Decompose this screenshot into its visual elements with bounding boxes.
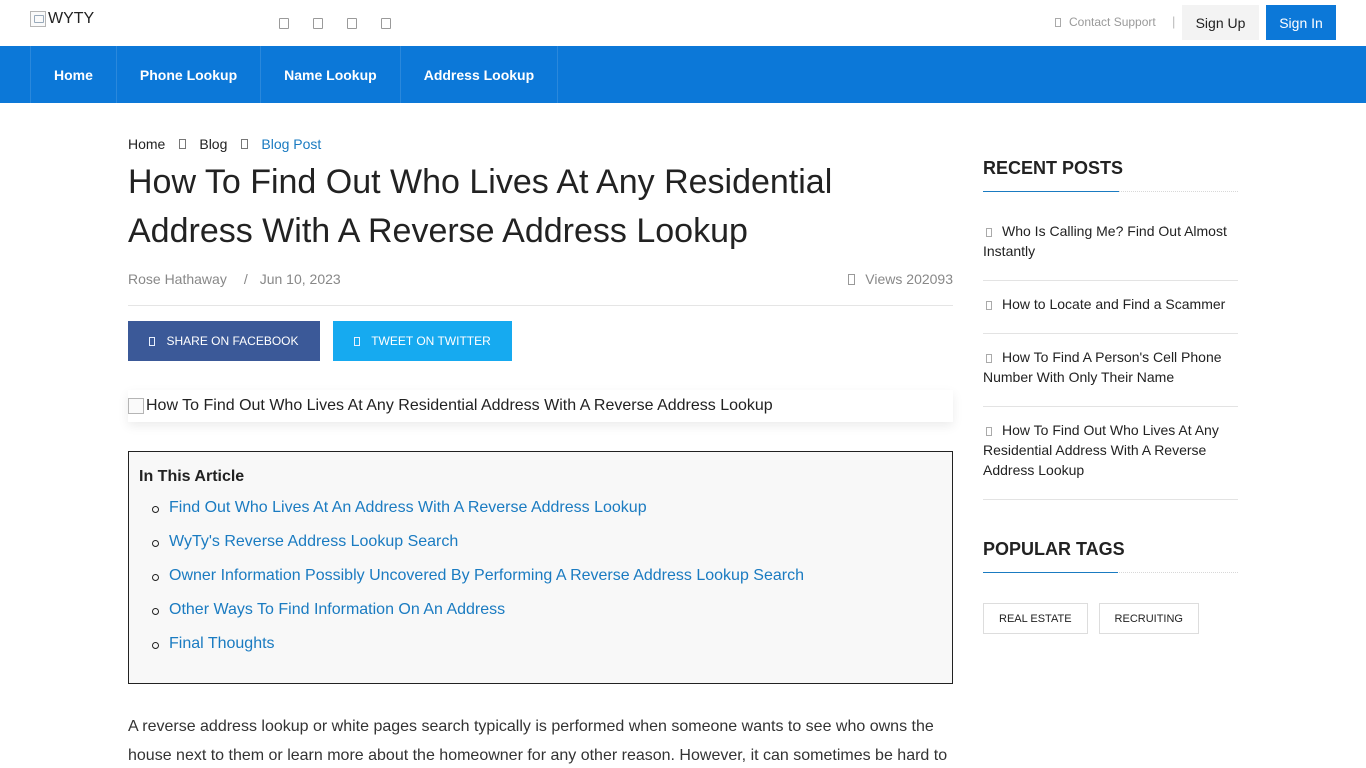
twitter-icon[interactable]	[313, 18, 323, 29]
site-logo[interactable]: WYTY	[30, 10, 94, 28]
social-links	[279, 18, 391, 29]
tag-real-estate[interactable]: REAL ESTATE	[983, 603, 1088, 634]
recent-post-item[interactable]: How to Locate and Find a Scammer	[983, 281, 1238, 334]
recent-post-title: How To Find Out Who Lives At Any Residen…	[983, 422, 1219, 478]
nav-item-home[interactable]: Home	[30, 46, 116, 103]
recent-post-item[interactable]: How To Find A Person's Cell Phone Number…	[983, 334, 1238, 407]
tweet-twitter-label: TWEET ON TWITTER	[371, 334, 491, 348]
recent-posts-heading: RECENT POSTS	[983, 158, 1124, 178]
toc-title: In This Article	[139, 468, 245, 485]
tweet-twitter-button[interactable]: TWEET ON TWITTER	[333, 321, 512, 361]
chevron-right-icon	[986, 353, 992, 363]
recent-post-title: Who Is Calling Me? Find Out Almost Insta…	[983, 223, 1227, 259]
breadcrumb-current: Blog Post	[261, 136, 322, 152]
main-nav: Home Phone Lookup Name Lookup Address Lo…	[0, 46, 1366, 103]
top-header: WYTY Contact Support | Sign Up Sign In	[0, 0, 1366, 46]
share-facebook-label: SHARE ON FACEBOOK	[166, 334, 299, 348]
recent-post-title: How to Locate and Find a Scammer	[1002, 296, 1226, 312]
nav-item-phone-lookup[interactable]: Phone Lookup	[115, 46, 260, 103]
nav-item-name-lookup[interactable]: Name Lookup	[260, 46, 400, 103]
recent-post-item[interactable]: Who Is Calling Me? Find Out Almost Insta…	[983, 208, 1238, 281]
contact-support-link[interactable]: Contact Support	[1055, 15, 1156, 29]
recent-post-item[interactable]: How To Find Out Who Lives At Any Residen…	[983, 407, 1238, 500]
views-count: Views 202093	[848, 271, 953, 287]
facebook-icon	[149, 336, 156, 346]
tag-recruiting[interactable]: RECRUITING	[1098, 603, 1199, 634]
phone-icon	[1055, 17, 1061, 27]
share-facebook-button[interactable]: SHARE ON FACEBOOK	[128, 321, 320, 361]
article-meta: Rose Hathaway / Jun 10, 2023 Views 202093	[128, 271, 953, 287]
facebook-icon[interactable]	[279, 18, 289, 29]
publish-date: Jun 10, 2023	[259, 271, 341, 287]
toc-link[interactable]: Find Out Who Lives At An Address With A …	[152, 498, 804, 532]
popular-tags-underline	[983, 572, 1238, 573]
page-title: How To Find Out Who Lives At Any Residen…	[128, 163, 833, 250]
linkedin-icon[interactable]	[347, 18, 357, 29]
eye-icon	[848, 273, 856, 285]
breadcrumb-blog[interactable]: Blog	[199, 136, 227, 152]
chevron-right-icon	[179, 139, 187, 149]
breadcrumb-home[interactable]: Home	[128, 136, 165, 152]
hero-image-alt: How To Find Out Who Lives At Any Residen…	[146, 397, 773, 414]
logo-alt-text: WYTY	[48, 10, 95, 27]
chevron-right-icon	[986, 227, 992, 237]
toc-link[interactable]: Other Ways To Find Information On An Add…	[152, 600, 804, 634]
toc-link[interactable]: WyTy's Reverse Address Lookup Search	[152, 532, 804, 566]
sign-up-button[interactable]: Sign Up	[1182, 5, 1259, 40]
meta-separator: /	[243, 271, 248, 287]
toc-link[interactable]: Final Thoughts	[152, 634, 804, 668]
chevron-right-icon	[986, 426, 992, 436]
chevron-right-icon	[241, 139, 249, 149]
sign-in-button[interactable]: Sign In	[1266, 5, 1336, 40]
recent-post-title: How To Find A Person's Cell Phone Number…	[983, 349, 1222, 385]
tag-list: REAL ESTATE RECRUITING	[983, 603, 1199, 634]
meta-divider	[128, 305, 953, 306]
broken-image-icon	[30, 11, 46, 27]
hero-image: How To Find Out Who Lives At Any Residen…	[128, 390, 953, 422]
author-name[interactable]: Rose Hathaway	[128, 271, 227, 287]
article-body: A reverse address lookup or white pages …	[128, 718, 948, 764]
views-label: Views 202093	[865, 271, 953, 287]
chevron-right-icon	[986, 300, 992, 310]
toc-link[interactable]: Owner Information Possibly Uncovered By …	[152, 566, 804, 600]
recent-posts-underline	[983, 191, 1238, 192]
popular-tags-heading: POPULAR TAGS	[983, 539, 1125, 559]
table-of-contents: In This Article Find Out Who Lives At An…	[128, 451, 953, 684]
recent-posts-list: Who Is Calling Me? Find Out Almost Insta…	[983, 208, 1238, 500]
header-divider: |	[1172, 14, 1176, 29]
contact-support-label: Contact Support	[1069, 15, 1156, 29]
nav-item-address-lookup[interactable]: Address Lookup	[399, 46, 559, 103]
instagram-icon[interactable]	[381, 18, 391, 29]
twitter-icon	[354, 336, 361, 346]
broken-image-icon	[128, 398, 144, 414]
breadcrumb: Home Blog Blog Post	[128, 136, 321, 152]
